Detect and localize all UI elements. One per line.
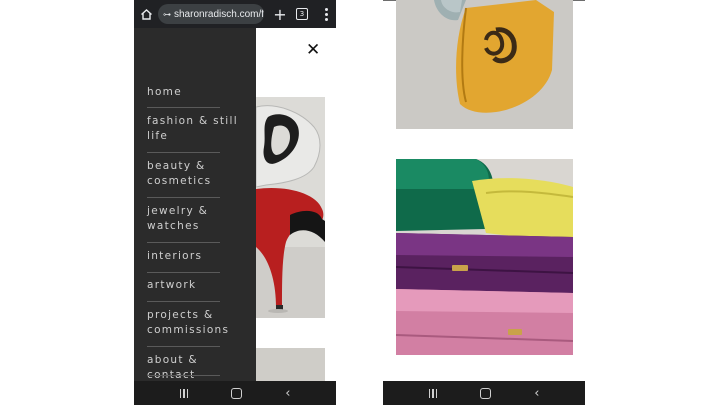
- menu-item-projects-commissions[interactable]: projects & commissions: [147, 308, 243, 338]
- red-stiletto-shoe-photo[interactable]: [256, 97, 325, 318]
- menu-item-jewelry-watches[interactable]: jewelry & watches: [147, 204, 243, 234]
- back-icon[interactable]: ‹: [534, 387, 539, 400]
- left-phone-screen: ⊶ sharonradisch.com/fa + 3 ✕ home fashio…: [134, 0, 336, 405]
- menu-item-artwork[interactable]: artwork: [147, 278, 243, 293]
- browser-toolbar: ⊶ sharonradisch.com/fa + 3: [134, 0, 336, 28]
- menu-divider: [147, 375, 220, 376]
- menu-item-home[interactable]: home: [147, 85, 243, 100]
- home-button-icon[interactable]: [480, 387, 492, 399]
- menu-item-about-contact[interactable]: about & contact: [147, 353, 243, 383]
- address-bar[interactable]: ⊶ sharonradisch.com/fa: [158, 4, 264, 24]
- recents-icon[interactable]: [179, 388, 189, 398]
- home-button-icon[interactable]: [231, 387, 243, 399]
- right-phone-screen: ‹: [383, 0, 585, 405]
- home-icon[interactable]: [136, 0, 156, 28]
- tab-count: 3: [299, 10, 305, 18]
- tabs-icon[interactable]: 3: [296, 8, 308, 20]
- back-icon[interactable]: ‹: [285, 387, 290, 400]
- partial-photo[interactable]: [256, 348, 325, 381]
- menu-divider: [147, 272, 220, 273]
- menu-divider: [147, 242, 220, 243]
- plus-icon[interactable]: +: [268, 0, 292, 28]
- menu-item-beauty-cosmetics[interactable]: beauty & cosmetics: [147, 159, 243, 189]
- system-navbar: ‹: [383, 381, 585, 405]
- yellow-handbag-photo[interactable]: [396, 0, 573, 129]
- menu-divider: [147, 197, 220, 198]
- tune-icon[interactable]: ⊶: [163, 10, 171, 19]
- menu-divider: [147, 152, 220, 153]
- recents-icon[interactable]: [428, 388, 438, 398]
- menu-item-fashion-still-life[interactable]: fashion & still life: [147, 114, 243, 144]
- stacked-clutch-bags-photo[interactable]: [396, 159, 573, 355]
- system-navbar: ‹: [134, 381, 336, 405]
- url-text: sharonradisch.com/fa: [174, 8, 264, 20]
- kebab-menu-icon[interactable]: [316, 0, 336, 28]
- screenshot-stage: ⊶ sharonradisch.com/fa + 3 ✕ home fashio…: [0, 0, 720, 405]
- menu-divider: [147, 346, 220, 347]
- menu-divider: [147, 301, 220, 302]
- navigation-drawer: home fashion & still life beauty & cosme…: [134, 28, 256, 381]
- close-icon[interactable]: ✕: [306, 40, 320, 60]
- menu-item-interiors[interactable]: interiors: [147, 249, 243, 264]
- menu-divider: [147, 107, 220, 108]
